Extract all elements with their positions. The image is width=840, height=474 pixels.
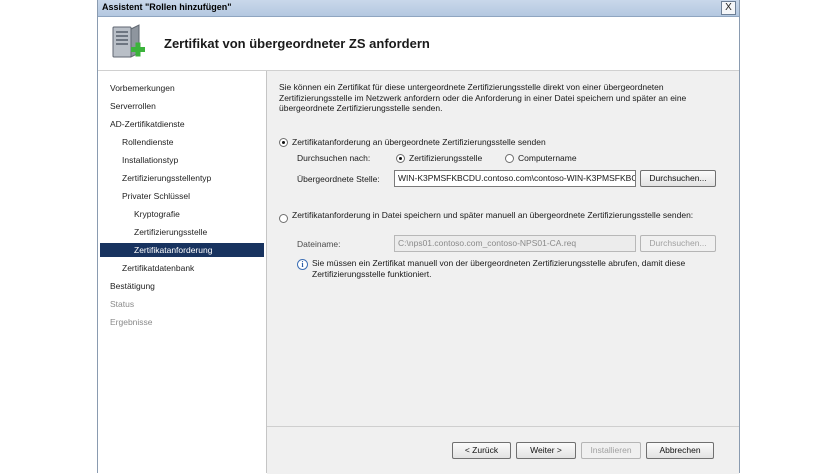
parent-ca-browse-button[interactable]: Durchsuchen... xyxy=(640,170,716,187)
info-icon: i xyxy=(297,259,308,270)
wizard-content: Sie können ein Zertifikat für diese unte… xyxy=(267,71,739,426)
nav-item-kryptografie[interactable]: Kryptografie xyxy=(134,207,180,221)
page-description: Sie können ein Zertifikat für diese unte… xyxy=(279,82,687,113)
install-button[interactable]: Installieren xyxy=(581,442,641,459)
send-to-parent-label[interactable]: Zertifikatanforderung an übergeordnete Z… xyxy=(292,137,546,148)
nav-item-installationstyp[interactable]: Installationstyp xyxy=(122,153,178,167)
browse-ca-radio[interactable] xyxy=(396,154,405,163)
parent-ca-label: Übergeordnete Stelle: xyxy=(297,174,380,184)
browse-by-label: Durchsuchen nach: xyxy=(297,153,371,163)
nav-item-rollendienste[interactable]: Rollendienste xyxy=(122,135,174,149)
wizard-nav: Vorbemerkungen Serverrollen AD-Zertifika… xyxy=(98,71,267,473)
nav-item-privater-schluessel[interactable]: Privater Schlüssel xyxy=(122,189,190,203)
browse-computer-label[interactable]: Computername xyxy=(518,153,577,164)
browse-computer-radio[interactable] xyxy=(505,154,514,163)
next-button[interactable]: Weiter > xyxy=(516,442,576,459)
back-button[interactable]: < Zurück xyxy=(452,442,511,459)
nav-item-ergebnisse: Ergebnisse xyxy=(110,317,153,327)
nav-item-zertifikatanforderung[interactable]: Zertifikatanforderung xyxy=(100,243,264,257)
server-add-icon xyxy=(112,24,145,58)
close-button[interactable]: X xyxy=(721,1,736,15)
filename-browse-button[interactable]: Durchsuchen... xyxy=(640,235,716,252)
save-to-file-radio[interactable] xyxy=(279,214,288,223)
title-bar[interactable]: Assistent "Rollen hinzufügen" X xyxy=(98,0,739,17)
wizard-footer: < Zurück Weiter > Installieren Abbrechen xyxy=(267,426,739,474)
window-title: Assistent "Rollen hinzufügen" xyxy=(102,2,232,12)
nav-item-serverrollen[interactable]: Serverrollen xyxy=(110,99,156,113)
nav-item-zertifizierungsstellentyp[interactable]: Zertifizierungsstellentyp xyxy=(122,171,211,185)
filename-label: Dateiname: xyxy=(297,239,341,249)
save-to-file-label[interactable]: Zertifikatanforderung in Datei speichern… xyxy=(292,210,712,221)
nav-item-status: Status xyxy=(110,299,135,309)
nav-item-zertifikatdatenbank[interactable]: Zertifikatdatenbank xyxy=(122,261,194,275)
send-to-parent-radio[interactable] xyxy=(279,138,288,147)
wizard-header: Zertifikat von übergeordneter ZS anforde… xyxy=(98,17,739,71)
nav-item-bestaetigung[interactable]: Bestätigung xyxy=(110,279,155,293)
nav-item-ad-zertifikatdienste[interactable]: AD-Zertifikatdienste xyxy=(110,117,185,131)
parent-ca-field[interactable]: WIN-K3PMSFKBCDU.contoso.com\contoso-WIN-… xyxy=(394,170,636,187)
wizard-window: Assistent "Rollen hinzufügen" X Zertifik… xyxy=(97,0,740,474)
cancel-button[interactable]: Abbrechen xyxy=(646,442,714,459)
nav-item-vorbemerkungen[interactable]: Vorbemerkungen xyxy=(110,81,175,95)
nav-item-zertifizierungsstelle[interactable]: Zertifizierungsstelle xyxy=(134,225,207,239)
info-text: Sie müssen ein Zertifikat manuell von de… xyxy=(312,258,686,279)
filename-field[interactable]: C:\nps01.contoso.com_contoso-NPS01-CA.re… xyxy=(394,235,636,252)
browse-ca-label[interactable]: Zertifizierungsstelle xyxy=(409,153,482,164)
page-title: Zertifikat von übergeordneter ZS anforde… xyxy=(164,36,430,51)
